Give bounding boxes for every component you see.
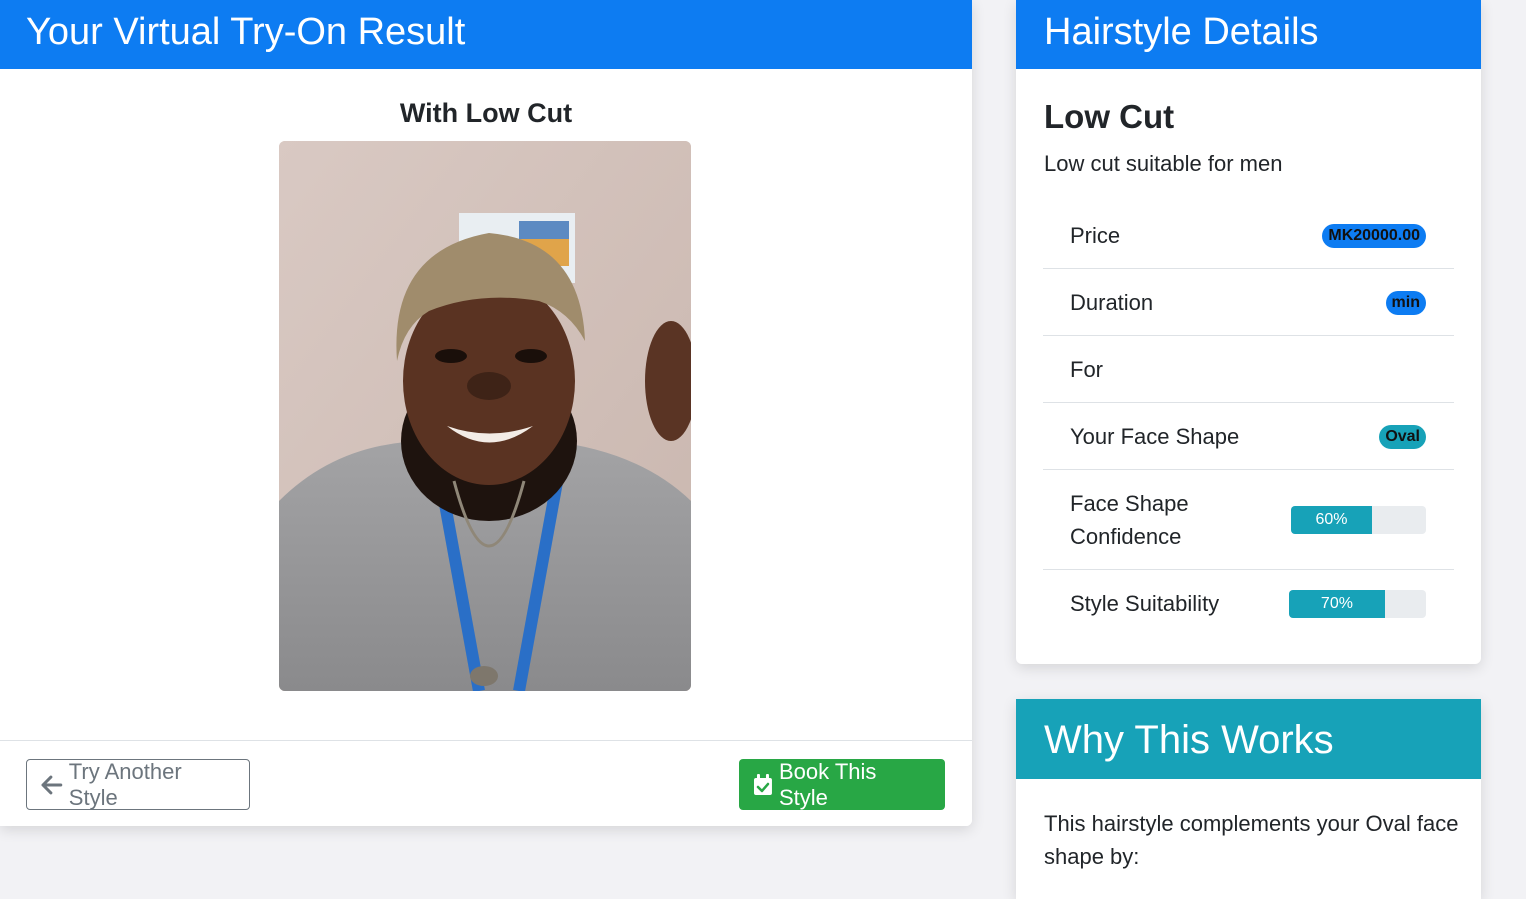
suitability-progress: 70% (1289, 590, 1426, 618)
details-title: Hairstyle Details (1044, 11, 1319, 53)
why-card-header: Why This Works (1016, 699, 1481, 779)
style-description: Low cut suitable for men (1044, 151, 1283, 176)
try-on-photo-image (279, 141, 691, 691)
hairstyle-details-card: Hairstyle Details Low Cut Low cut suitab… (1016, 0, 1481, 664)
why-text: This hairstyle complements your Oval fac… (1044, 811, 1459, 869)
detail-row-face-shape: Your Face Shape Oval (1043, 403, 1454, 470)
duration-label: Duration (1070, 290, 1154, 315)
try-another-style-button[interactable]: Try Another Style (26, 759, 250, 810)
suitability-progress-fill: 70% (1289, 590, 1385, 618)
photo-caption: With Low Cut (399, 98, 573, 128)
face-confidence-progress-fill: 60% (1291, 506, 1372, 534)
details-card-header: Hairstyle Details (1016, 0, 1481, 69)
detail-row-price: Price MK20000.00 (1043, 202, 1454, 269)
price-badge: MK20000.00 (1322, 224, 1426, 248)
result-card-footer: Try Another Style Book This Style (0, 740, 972, 826)
why-this-works-card: Why This Works This hairstyle complement… (1016, 699, 1481, 899)
detail-row-duration: Duration min (1043, 269, 1454, 336)
face-confidence-label: Face Shape Confidence (1070, 491, 1189, 549)
arrow-left-icon (41, 775, 63, 794)
try-another-label: Try Another Style (68, 758, 182, 810)
face-confidence-progress: 60% (1291, 506, 1426, 534)
book-this-style-button[interactable]: Book This Style (739, 759, 945, 810)
face-shape-badge: Oval (1379, 425, 1426, 449)
detail-row-suitability: Style Suitability 70% (1043, 570, 1454, 637)
duration-badge: min (1385, 291, 1426, 315)
book-style-label: Book This Style (778, 758, 877, 810)
why-title: Why This Works (1044, 718, 1334, 762)
result-title: Your Virtual Try-On Result (26, 11, 466, 53)
price-label: Price (1070, 223, 1121, 248)
try-on-result-card: Your Virtual Try-On Result With Low Cut (0, 0, 972, 826)
try-on-photo (279, 141, 691, 691)
face-shape-label: Your Face Shape (1070, 424, 1240, 449)
calendar-check-icon (753, 773, 772, 795)
suitability-label: Style Suitability (1070, 591, 1220, 616)
style-name: Low Cut (1044, 98, 1175, 135)
for-label: For (1070, 357, 1103, 382)
result-card-header: Your Virtual Try-On Result (0, 0, 972, 69)
detail-row-for: For (1043, 336, 1454, 403)
detail-row-face-confidence: Face Shape Confidence 60% (1043, 470, 1454, 570)
